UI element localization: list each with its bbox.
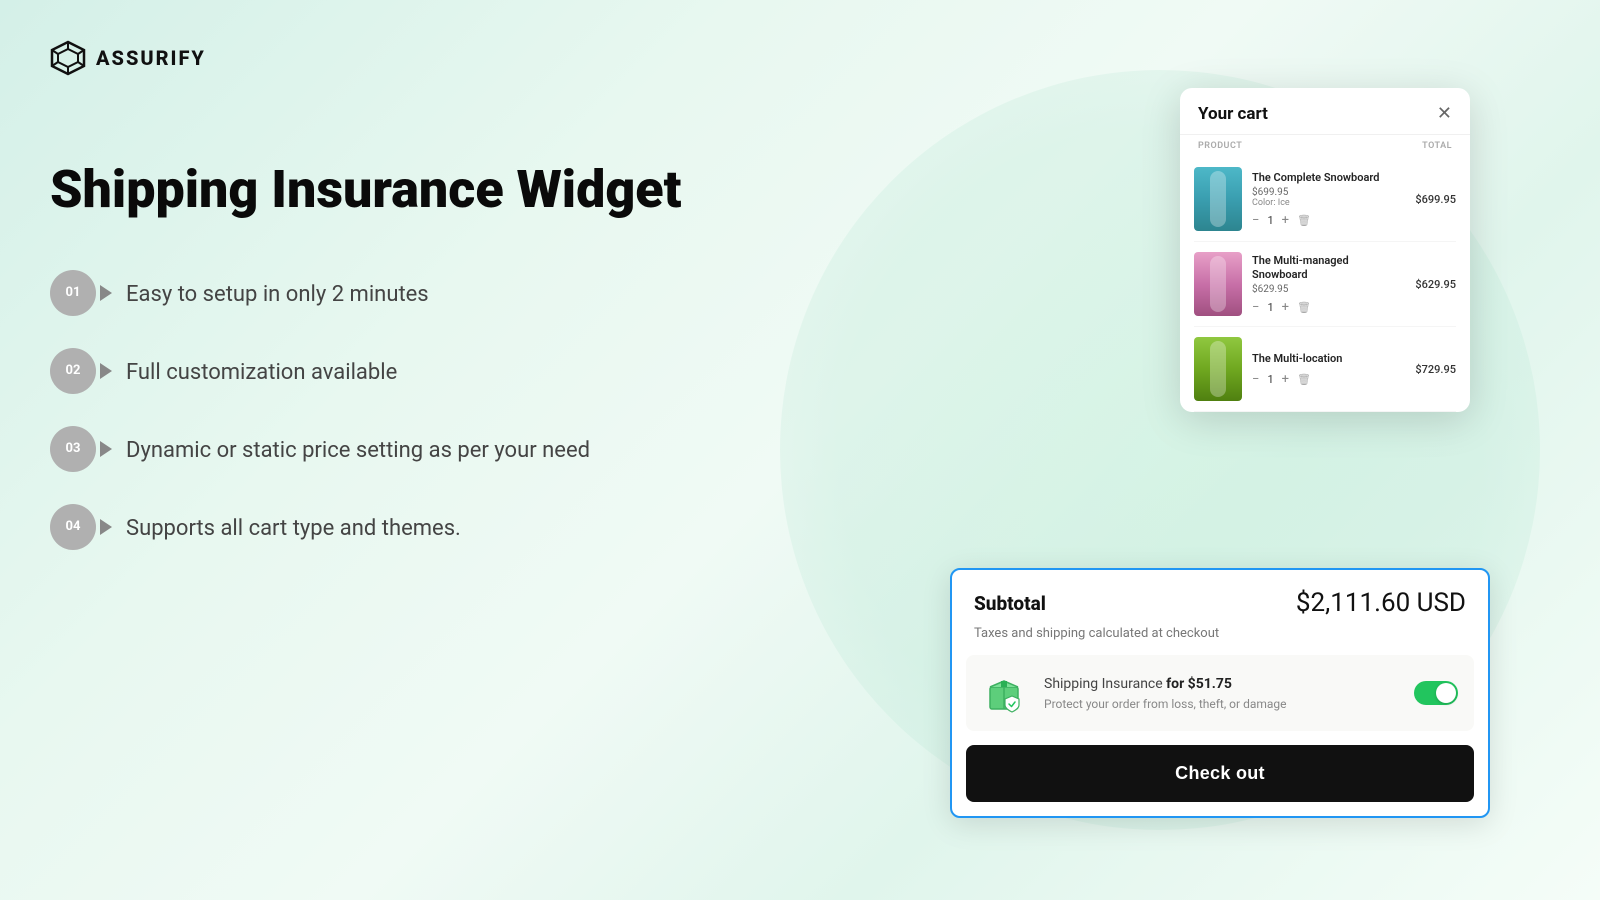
item-quantity: 1 (1267, 214, 1273, 227)
item-details: The Multi-managed Snowboard $629.95 − 1 … (1252, 254, 1405, 315)
item-name: The Complete Snowboard (1252, 171, 1405, 185)
quantity-increase-btn[interactable]: + (1282, 301, 1289, 314)
logo-area: ASSURIFY (50, 40, 206, 76)
quantity-increase-btn[interactable]: + (1282, 214, 1289, 227)
quantity-decrease-btn[interactable]: − (1252, 214, 1259, 227)
cart-item: The Multi-location − 1 + 🗑 $729.95 (1194, 327, 1456, 412)
item-price: $729.95 (1415, 363, 1456, 376)
subtotal-row: Subtotal $2,111.60 USD (952, 570, 1488, 626)
quantity-increase-btn[interactable]: + (1282, 373, 1289, 386)
delete-item-icon[interactable]: 🗑 (1297, 373, 1311, 386)
delete-item-icon[interactable]: 🗑 (1297, 214, 1311, 227)
features-list: 01 Easy to setup in only 2 minutes 02 Fu… (50, 270, 690, 550)
item-image (1194, 337, 1242, 401)
item-price: $629.95 (1415, 278, 1456, 291)
feature-text: Easy to setup in only 2 minutes (116, 270, 429, 311)
cart-items-list: The Complete Snowboard $699.95 Color: Ic… (1180, 157, 1470, 412)
feature-badge: 03 (50, 426, 96, 472)
feature-badge: 01 (50, 270, 96, 316)
item-controls: − 1 + 🗑 (1252, 373, 1405, 386)
item-image (1194, 167, 1242, 231)
insurance-title-prefix: Shipping Insurance (1044, 676, 1166, 692)
feature-item: 01 Easy to setup in only 2 minutes (50, 270, 690, 316)
col-total-label: TOTAL (1422, 141, 1452, 151)
feature-badge: 02 (50, 348, 96, 394)
feature-badge: 04 (50, 504, 96, 550)
toggle-knob (1436, 683, 1456, 703)
item-quantity: 1 (1267, 301, 1273, 314)
col-product-label: PRODUCT (1198, 141, 1242, 151)
subtotal-label: Subtotal (974, 592, 1046, 615)
feature-text: Supports all cart type and themes. (116, 504, 461, 545)
item-price-sub: $629.95 (1252, 284, 1405, 295)
item-name: The Multi-managed Snowboard (1252, 254, 1405, 283)
assurify-logo-icon (50, 40, 86, 76)
item-controls: − 1 + 🗑 (1252, 301, 1405, 314)
cart-item: The Multi-managed Snowboard $629.95 − 1 … (1194, 242, 1456, 327)
cart-popup: Your cart ✕ PRODUCT TOTAL The Complete S… (1180, 88, 1470, 412)
item-controls: − 1 + 🗑 (1252, 214, 1405, 227)
delete-item-icon[interactable]: 🗑 (1297, 301, 1311, 314)
feature-item: 02 Full customization available (50, 348, 690, 394)
item-color: Color: Ice (1252, 198, 1405, 208)
snowboard-shape (1210, 171, 1226, 227)
feature-text: Dynamic or static price setting as per y… (116, 426, 590, 467)
feature-item: 04 Supports all cart type and themes. (50, 504, 690, 550)
cart-column-headers: PRODUCT TOTAL (1180, 135, 1470, 157)
checkout-button[interactable]: Check out (966, 745, 1474, 802)
insurance-icon (982, 669, 1030, 717)
item-price-sub: $699.95 (1252, 187, 1405, 198)
widget-box: Subtotal $2,111.60 USD Taxes and shippin… (950, 568, 1490, 818)
logo-text: ASSURIFY (96, 46, 206, 70)
insurance-text: Shipping Insurance for $51.75 Protect yo… (1044, 675, 1400, 711)
cart-header: Your cart ✕ (1180, 88, 1470, 135)
insurance-toggle[interactable] (1414, 681, 1458, 705)
close-icon[interactable]: ✕ (1437, 105, 1452, 123)
feature-text: Full customization available (116, 348, 397, 389)
item-details: The Multi-location − 1 + 🗑 (1252, 352, 1405, 385)
item-name: The Multi-location (1252, 352, 1405, 366)
left-content: Shipping Insurance Widget 01 Easy to set… (50, 160, 690, 550)
subtotal-amount: $2,111.60 USD (1296, 588, 1466, 618)
right-content: Your cart ✕ PRODUCT TOTAL The Complete S… (700, 0, 1600, 900)
cart-title: Your cart (1198, 104, 1268, 124)
insurance-row: Shipping Insurance for $51.75 Protect yo… (966, 655, 1474, 731)
snowboard-shape (1210, 341, 1226, 397)
main-title: Shipping Insurance Widget (50, 160, 690, 220)
insurance-title: Shipping Insurance for $51.75 (1044, 675, 1400, 695)
item-quantity: 1 (1267, 373, 1273, 386)
item-image (1194, 252, 1242, 316)
feature-item: 03 Dynamic or static price setting as pe… (50, 426, 690, 472)
insurance-desc: Protect your order from loss, theft, or … (1044, 697, 1400, 711)
item-details: The Complete Snowboard $699.95 Color: Ic… (1252, 171, 1405, 227)
tax-note: Taxes and shipping calculated at checkou… (952, 626, 1488, 655)
quantity-decrease-btn[interactable]: − (1252, 301, 1259, 314)
quantity-decrease-btn[interactable]: − (1252, 373, 1259, 386)
item-price: $699.95 (1415, 193, 1456, 206)
insurance-title-price: for $51.75 (1166, 676, 1232, 692)
snowboard-shape (1210, 256, 1226, 312)
cart-item: The Complete Snowboard $699.95 Color: Ic… (1194, 157, 1456, 242)
